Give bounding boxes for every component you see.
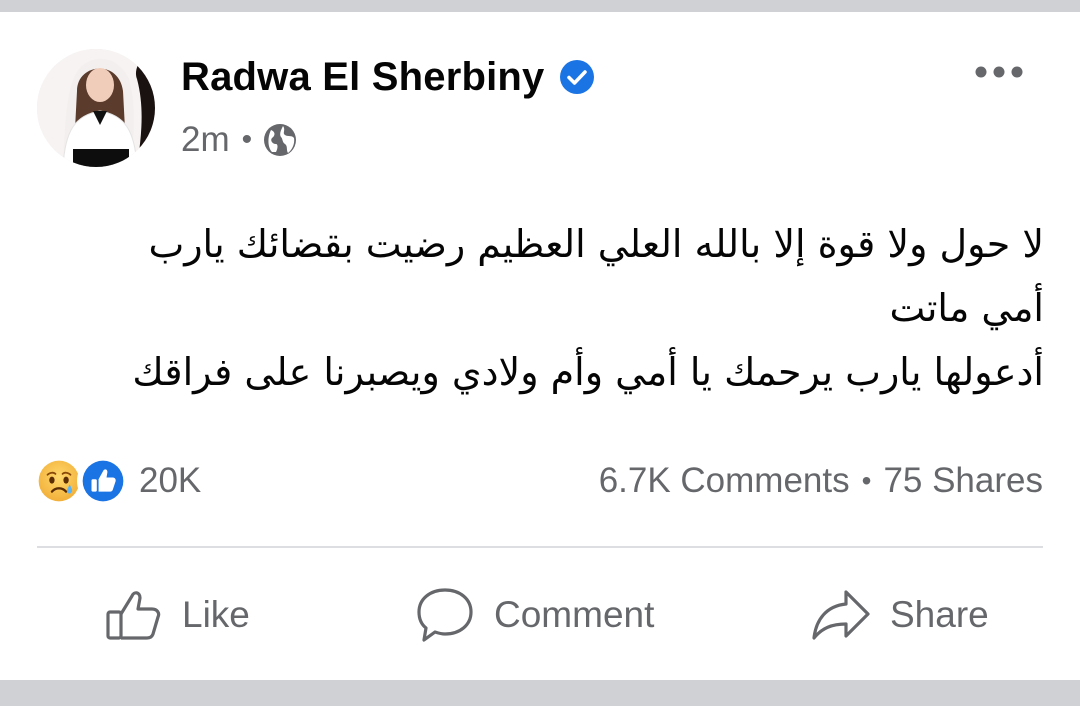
post-card: Radwa El Sherbiny 2m • لا حول ولا قوة إل… <box>0 12 1080 680</box>
share-arrow-icon <box>812 590 870 640</box>
globe-icon <box>264 124 297 156</box>
post-text-line: لا حول ولا قوة إلا بالله العلي العظيم رض… <box>148 222 1044 266</box>
comments-count-link[interactable]: 6.7K Comments <box>599 461 850 501</box>
reactions-count: 20K <box>139 461 202 500</box>
post-text-line: أمي ماتت <box>889 286 1045 330</box>
reactions-summary[interactable]: 20K <box>33 455 201 507</box>
divider <box>37 546 1043 548</box>
post-meta: 2m • <box>181 118 298 162</box>
more-options-icon[interactable] <box>972 60 1026 84</box>
author-name[interactable]: Radwa El Sherbiny <box>181 55 545 100</box>
author-row: Radwa El Sherbiny <box>181 52 595 102</box>
post-text-line: أدعولها يارب يرحمك يا أمي وأم ولادي ويصب… <box>132 350 1044 394</box>
meta-separator: • <box>241 123 253 156</box>
share-button[interactable]: Share <box>810 580 989 650</box>
post-time[interactable]: 2m <box>181 120 230 160</box>
comment-button[interactable]: Comment <box>414 580 654 650</box>
post-text: لا حول ولا قوة إلا بالله العلي العظيم رض… <box>40 212 1044 404</box>
verified-badge-icon <box>559 60 594 94</box>
like-reaction-icon <box>77 455 129 507</box>
like-button-label: Like <box>182 594 250 635</box>
stats-separator: • <box>861 465 872 496</box>
comment-button-label: Comment <box>494 594 655 635</box>
shares-count-link[interactable]: 75 Shares <box>883 461 1043 501</box>
comment-bubble-icon <box>417 588 473 642</box>
avatar-photo <box>37 49 155 167</box>
share-button-label: Share <box>890 594 989 635</box>
engagement-stats: 6.7K Comments • 75 Shares <box>599 455 1043 507</box>
like-button[interactable]: Like <box>102 580 250 650</box>
thumbs-up-icon <box>106 591 161 640</box>
avatar[interactable] <box>37 49 155 167</box>
